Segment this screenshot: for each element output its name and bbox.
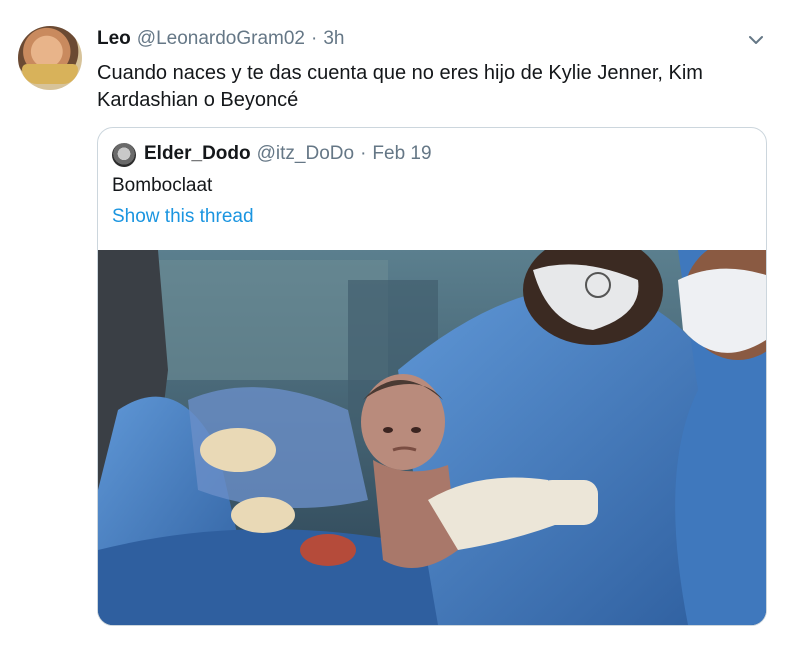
quoted-tweet-text: Bomboclaat (112, 175, 213, 196)
quoted-author-handle[interactable]: @itz_DoDo (257, 143, 354, 165)
avatar-hat (22, 64, 78, 84)
show-thread-link[interactable]: Show this thread (112, 206, 254, 228)
quoted-author-name[interactable]: Elder_Dodo (144, 143, 251, 165)
quoted-tweet-photo[interactable] (98, 250, 766, 625)
quoted-tweet-header: Elder_Dodo @itz_DoDo · Feb 19 (144, 143, 432, 165)
chevron-down-icon[interactable] (746, 30, 766, 50)
author-handle[interactable]: @LeonardoGram02 (137, 28, 305, 50)
quoted-tweet-date[interactable]: Feb 19 (372, 143, 431, 165)
newborn-photo-illustration (98, 250, 766, 625)
quoted-tweet[interactable]: Elder_Dodo @itz_DoDo · Feb 19 Bomboclaat… (97, 127, 767, 626)
separator-dot: · (311, 28, 318, 49)
tweet-timestamp[interactable]: 3h (323, 28, 344, 50)
tweet-header: Leo @LeonardoGram02 · 3h (97, 28, 344, 52)
tweet-text: Cuando naces y te das cuenta que no eres… (97, 62, 703, 111)
author-avatar[interactable] (18, 26, 82, 90)
quoted-separator-dot: · (360, 143, 367, 164)
quoted-author-avatar[interactable] (112, 143, 136, 167)
author-name[interactable]: Leo (97, 28, 131, 50)
